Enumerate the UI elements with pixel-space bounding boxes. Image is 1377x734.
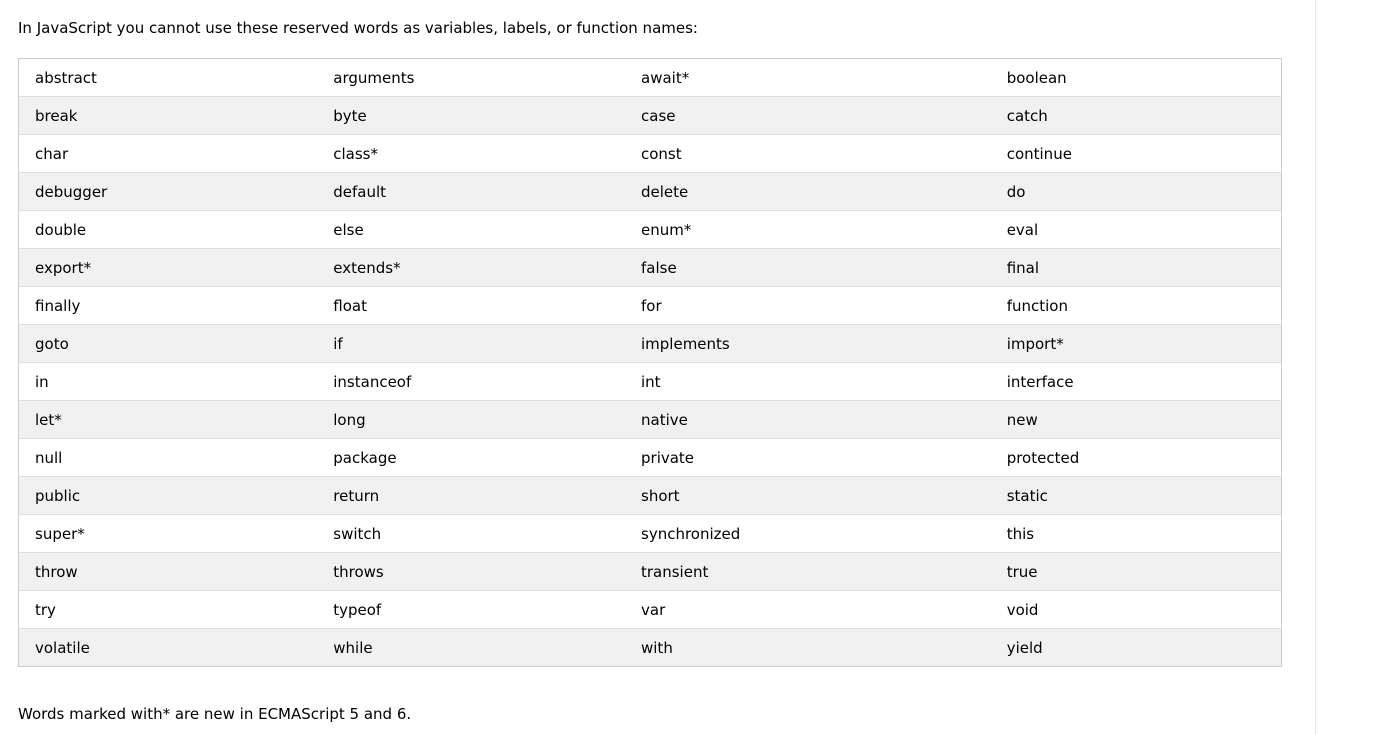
content-right-border bbox=[1315, 0, 1316, 734]
table-cell: volatile bbox=[18, 628, 318, 667]
table-cell: case bbox=[625, 96, 991, 135]
table-row: char class* const continue bbox=[18, 134, 1282, 173]
reserved-words-table: abstract arguments await* boolean break byte c… bbox=[18, 58, 1282, 667]
table-cell: throws bbox=[317, 552, 625, 591]
table-cell: do bbox=[990, 172, 1282, 211]
table-cell: export* bbox=[18, 248, 318, 287]
table-cell: const bbox=[625, 134, 991, 173]
table-row: export* extends* false final bbox=[18, 248, 1282, 287]
table-cell: delete bbox=[625, 172, 991, 211]
table-cell: import* bbox=[990, 324, 1282, 363]
table-cell: false bbox=[625, 248, 991, 287]
table-cell: null bbox=[18, 438, 318, 477]
table-cell: function bbox=[990, 286, 1282, 325]
table-row: abstract arguments await* boolean bbox=[18, 58, 1282, 97]
table-cell: debugger bbox=[18, 172, 318, 211]
table-row: double else enum* eval bbox=[18, 210, 1282, 249]
table-cell: int bbox=[625, 362, 991, 401]
table-cell: var bbox=[625, 590, 991, 629]
table-cell: in bbox=[18, 362, 318, 401]
table-cell: package bbox=[317, 438, 625, 477]
table-cell: if bbox=[317, 324, 625, 363]
table-cell: enum* bbox=[625, 210, 991, 249]
page: In JavaScript you cannot use these reser… bbox=[0, 0, 1377, 734]
table-cell: transient bbox=[625, 552, 991, 591]
table-cell: break bbox=[18, 96, 318, 135]
table-cell: else bbox=[317, 210, 625, 249]
table-cell: native bbox=[625, 400, 991, 439]
table-cell: char bbox=[18, 134, 318, 173]
table-cell: void bbox=[990, 590, 1282, 629]
table-cell: with bbox=[625, 628, 991, 667]
table-cell: for bbox=[625, 286, 991, 325]
table-cell: goto bbox=[18, 324, 318, 363]
table-cell: typeof bbox=[317, 590, 625, 629]
table-cell: let* bbox=[18, 400, 318, 439]
table-cell: short bbox=[625, 476, 991, 515]
table-row: debugger default delete do bbox=[18, 172, 1282, 211]
table-row: volatile while with yield bbox=[18, 628, 1282, 667]
table-cell: instanceof bbox=[317, 362, 625, 401]
table-cell: public bbox=[18, 476, 318, 515]
table-cell: switch bbox=[317, 514, 625, 553]
table-cell: implements bbox=[625, 324, 991, 363]
table-cell: abstract bbox=[18, 58, 318, 97]
table-cell: long bbox=[317, 400, 625, 439]
table-cell: synchronized bbox=[625, 514, 991, 553]
table-row: try typeof var void bbox=[18, 590, 1282, 629]
table-cell: private bbox=[625, 438, 991, 477]
table-row: in instanceof int interface bbox=[18, 362, 1282, 401]
table-row: break byte case catch bbox=[18, 96, 1282, 135]
table-cell: default bbox=[317, 172, 625, 211]
table-cell: static bbox=[990, 476, 1282, 515]
table-row: null package private protected bbox=[18, 438, 1282, 477]
table-row: throw throws transient true bbox=[18, 552, 1282, 591]
table-cell: return bbox=[317, 476, 625, 515]
table-cell: arguments bbox=[317, 58, 625, 97]
table-cell: class* bbox=[317, 134, 625, 173]
table-cell: super* bbox=[18, 514, 318, 553]
table-cell: catch bbox=[990, 96, 1282, 135]
table-cell: finally bbox=[18, 286, 318, 325]
intro-text: In JavaScript you cannot use these reser… bbox=[18, 19, 698, 37]
reserved-words-table-body: abstract arguments await* boolean break byte c… bbox=[18, 58, 1282, 667]
table-cell: new bbox=[990, 400, 1282, 439]
table-cell: await* bbox=[625, 58, 991, 97]
table-cell: this bbox=[990, 514, 1282, 553]
table-cell: true bbox=[990, 552, 1282, 591]
table-cell: interface bbox=[990, 362, 1282, 401]
table-cell: while bbox=[317, 628, 625, 667]
table-row: goto if implements import* bbox=[18, 324, 1282, 363]
table-row: public return short static bbox=[18, 476, 1282, 515]
table-cell: try bbox=[18, 590, 318, 629]
table-cell: final bbox=[990, 248, 1282, 287]
footnote-text: Words marked with* are new in ECMAScript… bbox=[18, 705, 412, 723]
table-cell: continue bbox=[990, 134, 1282, 173]
table-cell: protected bbox=[990, 438, 1282, 477]
table-cell: eval bbox=[990, 210, 1282, 249]
table-row: super* switch synchronized this bbox=[18, 514, 1282, 553]
table-cell: float bbox=[317, 286, 625, 325]
table-cell: yield bbox=[990, 628, 1282, 667]
table-row: finally float for function bbox=[18, 286, 1282, 325]
table-cell: extends* bbox=[317, 248, 625, 287]
table-cell: byte bbox=[317, 96, 625, 135]
table-cell: double bbox=[18, 210, 318, 249]
table-row: let* long native new bbox=[18, 400, 1282, 439]
table-cell: throw bbox=[18, 552, 318, 591]
table-cell: boolean bbox=[990, 58, 1282, 97]
